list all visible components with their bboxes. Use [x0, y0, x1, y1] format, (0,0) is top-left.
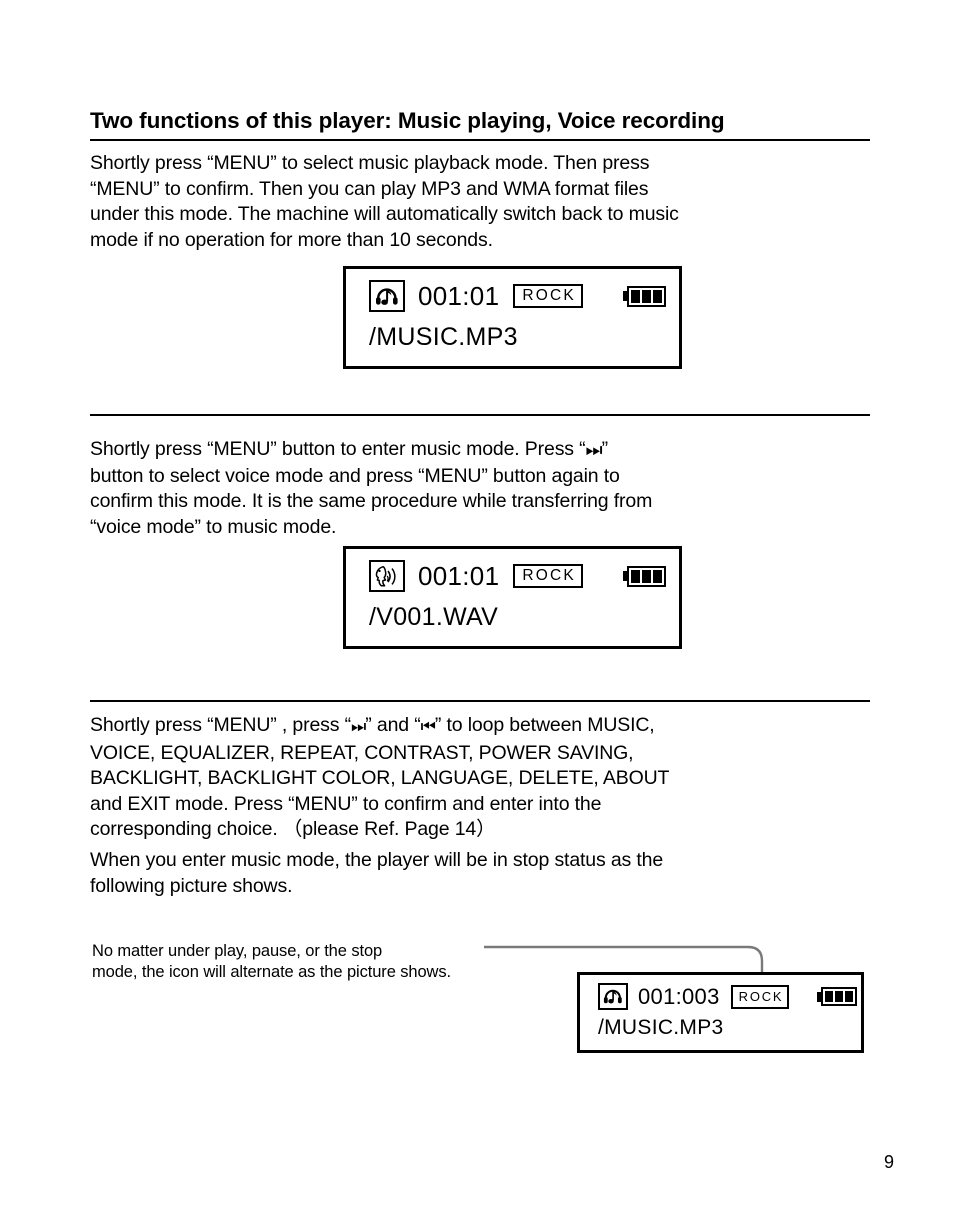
music-mode-line-3: under this mode. The machine will automa…	[90, 203, 679, 225]
lcd-time-display: 001:01	[418, 280, 500, 311]
battery-shell	[626, 565, 666, 587]
lcd-status-row: 001:003 ROCK	[580, 983, 861, 1010]
lcd-filename: /MUSIC.MP3	[369, 323, 518, 351]
lcd-equalizer-label: ROCK	[513, 564, 583, 588]
menu-loop-line-4: and EXIT mode. Press “MENU” to confirm a…	[90, 792, 602, 815]
lcd-status-row: 001:01 ROCK	[346, 560, 679, 592]
music-mode-line-2: “MENU” to confirm. Then you can play MP3…	[90, 177, 649, 200]
battery-icon	[817, 987, 858, 1006]
icon-callout-line-2: mode, the icon will alternate as the pic…	[92, 963, 452, 981]
lcd-screen-music-playing: 001:01 ROCK /MUSIC.MP3	[343, 266, 682, 369]
lcd-equalizer-label: ROCK	[730, 984, 790, 1009]
menu-loop-line-1: Shortly press “MENU” , press “⏭” and “⏮”…	[90, 713, 890, 741]
battery-bar	[845, 991, 854, 1002]
battery-icon	[622, 565, 666, 587]
battery-bar	[652, 289, 662, 303]
voice-mode-paragraph: Shortly press “MENU” button to enter mus…	[90, 437, 890, 540]
next-track-icon: ⏭	[585, 439, 603, 461]
lcd-time-display: 001:003	[638, 983, 720, 1009]
music-mode-line-4: mode if no operation for more than 10 se…	[90, 228, 493, 251]
lcd-equalizer-label: ROCK	[513, 284, 583, 308]
menu-loop-line-3: BACKLIGHT, BACKLIGHT COLOR, LANGUAGE, DE…	[90, 767, 670, 789]
menu-loop-line-1-text-c: ” to loop between MUSIC,	[434, 714, 655, 736]
voice-mode-line-1-text-b: ”	[601, 438, 609, 460]
page-title: Two functions of this player: Music play…	[90, 108, 725, 133]
section-divider-2	[90, 414, 870, 416]
voice-mode-line-4: “voice mode” to music mode.	[90, 515, 337, 538]
battery-bar	[641, 289, 651, 303]
voice-mode-line-2: button to select voice mode and press “M…	[90, 464, 620, 487]
battery-bar	[630, 569, 640, 583]
headphone-note-icon	[369, 280, 405, 312]
menu-loop-line-1-text-a: Shortly press “MENU” , press “	[90, 714, 351, 736]
battery-bar	[641, 569, 651, 583]
next-track-icon: ⏭	[350, 717, 366, 737]
stop-status-line-2: following picture shows.	[90, 874, 293, 897]
battery-bar	[652, 569, 662, 583]
battery-shell	[821, 987, 858, 1006]
icon-callout-line-1: No matter under play, pause, or the stop	[92, 942, 383, 960]
document-page: Two functions of this player: Music play…	[0, 0, 954, 1227]
lcd-filename: /V001.WAV	[369, 603, 499, 631]
menu-loop-paragraph: Shortly press “MENU” , press “⏭” and “⏮”…	[90, 713, 890, 843]
icon-callout-note: No matter under play, pause, or the stop…	[92, 941, 512, 983]
battery-shell	[626, 285, 666, 307]
headphone-note-icon	[598, 983, 628, 1010]
menu-loop-line-2: VOICE, EQUALIZER, REPEAT, CONTRAST, POWE…	[90, 741, 634, 764]
voice-mode-line-3: confirm this mode. It is the same proced…	[90, 490, 653, 512]
voice-mode-line-1-text-a: Shortly press “MENU” button to enter mus…	[90, 438, 586, 460]
battery-bar	[835, 991, 844, 1002]
voice-face-icon	[369, 560, 405, 592]
lcd-filename: /MUSIC.MP3	[598, 1016, 724, 1039]
lcd-status-row: 001:01 ROCK	[346, 280, 679, 312]
lcd-time-display: 001:01	[418, 560, 500, 591]
music-mode-line-1: Shortly press “MENU” to select music pla…	[90, 152, 650, 174]
lcd-screen-voice-recording: 001:01 ROCK /V001.WAV	[343, 546, 682, 649]
stop-status-line-1: When you enter music mode, the player wi…	[90, 849, 664, 871]
title-divider	[90, 139, 870, 141]
lcd-screen-music-stopped: 001:003 ROCK /MUSIC.MP3	[577, 972, 864, 1053]
stop-status-paragraph: When you enter music mode, the player wi…	[90, 848, 890, 899]
battery-bar	[825, 991, 834, 1002]
page-number: 9	[884, 1152, 895, 1172]
menu-loop-line-5: corresponding choice. （please Ref. Page …	[90, 818, 496, 840]
voice-mode-line-1: Shortly press “MENU” button to enter mus…	[90, 437, 890, 464]
section-divider-3	[90, 700, 870, 702]
music-mode-paragraph: Shortly press “MENU” to select music pla…	[90, 151, 890, 253]
previous-track-icon: ⏮	[420, 717, 436, 737]
battery-bar	[630, 289, 640, 303]
battery-icon	[622, 285, 666, 307]
menu-loop-line-1-text-b: ” and “	[365, 714, 421, 736]
